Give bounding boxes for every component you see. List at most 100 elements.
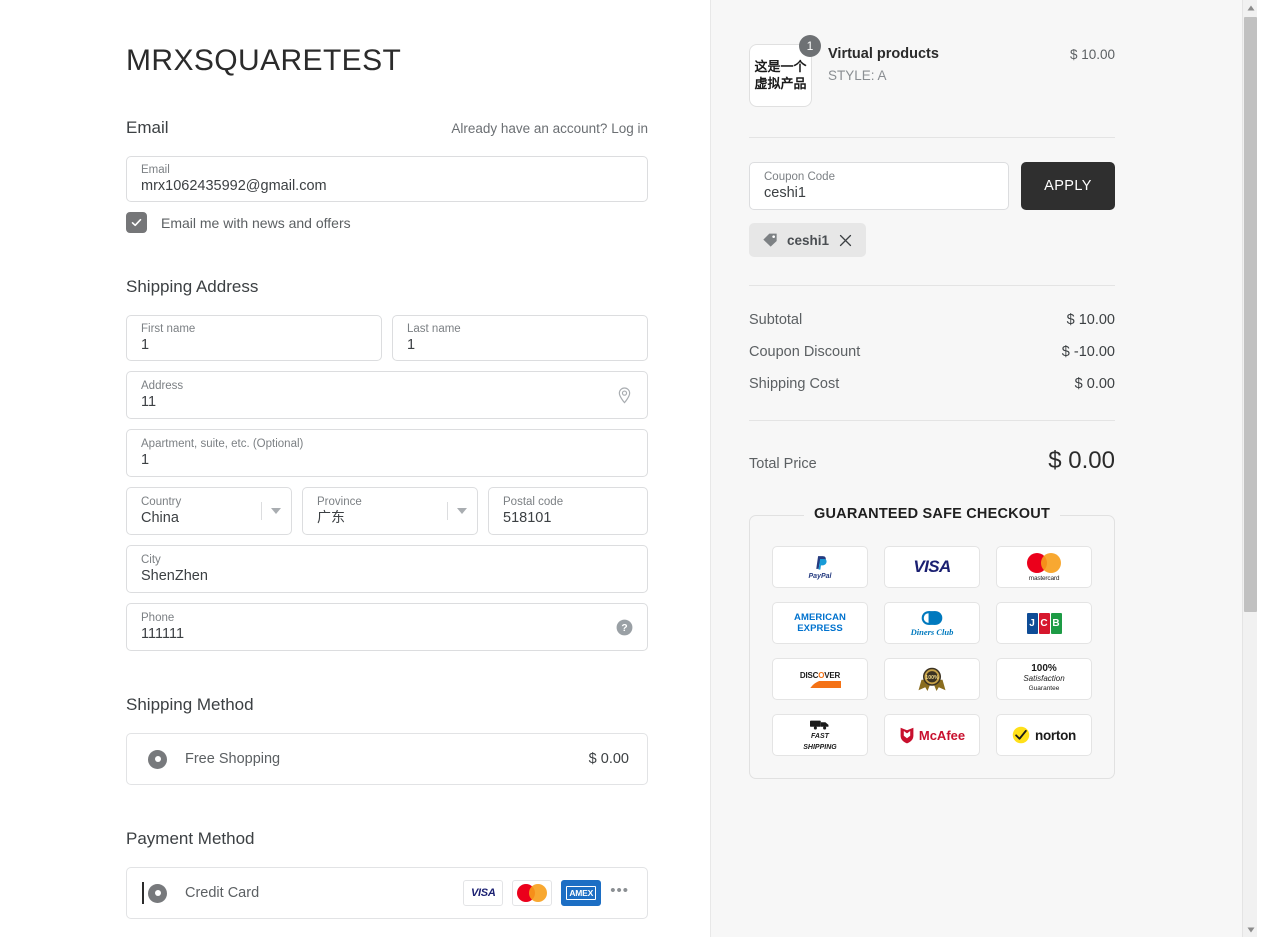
amex-icon: AMEX — [561, 880, 602, 906]
email-field[interactable]: Email mrx1062435992@gmail.com — [126, 156, 648, 202]
account-note-text: Already have an account? — [451, 121, 608, 136]
satisfaction-line1: 100% — [1031, 663, 1057, 674]
divider — [749, 137, 1115, 138]
page-scrollbar[interactable] — [1242, 0, 1257, 937]
discover-icon: DISCOVER — [772, 658, 868, 700]
payment-option-radio[interactable] — [142, 881, 167, 904]
visa-icon: VISA — [884, 546, 980, 588]
mastercard-icon: mastercard — [996, 546, 1092, 588]
applied-coupon-chip: ceshi1 — [749, 223, 867, 257]
last-name-value: 1 — [407, 336, 416, 353]
shipping-option-free-shopping[interactable]: Free Shopping $ 0.00 — [126, 733, 648, 785]
postal-code-label: Postal code — [503, 495, 564, 508]
paypal-icon: PayPal — [772, 546, 868, 588]
coupon-discount-label: Coupon Discount — [749, 344, 861, 360]
total-price-label: Total Price — [749, 456, 817, 472]
trust-title: GUARANTEED SAFE CHECKOUT — [804, 506, 1060, 522]
apply-coupon-button[interactable]: APPLY — [1021, 162, 1115, 210]
product-variant: STYLE: A — [828, 68, 887, 83]
help-icon[interactable]: ? — [613, 616, 635, 638]
check-icon — [131, 218, 142, 227]
jcb-b: B — [1050, 612, 1062, 634]
applied-coupon-label: ceshi1 — [787, 232, 830, 248]
last-name-field[interactable]: Last name 1 — [392, 315, 648, 361]
country-caret[interactable] — [261, 502, 281, 520]
shipping-option-price: $ 0.00 — [588, 751, 629, 767]
phone-field[interactable]: Phone 111111 ? — [126, 603, 648, 651]
shipping-address-heading: Shipping Address — [126, 277, 259, 296]
shipping-option-radio[interactable] — [148, 749, 167, 769]
product-thumbnail-wrap: 这是一个虚拟产品 1 — [749, 35, 821, 107]
city-field[interactable]: City ShenZhen — [126, 545, 648, 593]
fast-shipping-icon: FAST SHIPPING — [772, 714, 868, 756]
checkout-form-panel: MRXSQUARETEST Email Already have an acco… — [0, 0, 710, 937]
american-express-icon: AMERICAN EXPRESS — [772, 602, 868, 644]
apartment-field[interactable]: Apartment, suite, etc. (Optional) 1 — [126, 429, 648, 477]
newsletter-row[interactable]: Email me with news and offers — [126, 212, 648, 233]
coupon-input[interactable]: Coupon Code ceshi1 — [749, 162, 1009, 210]
summary-row-total: Total Price $ 0.00 — [749, 447, 1115, 475]
country-select[interactable]: Country China — [126, 487, 292, 535]
more-payment-methods-icon[interactable]: ••• — [610, 882, 629, 905]
diners-club-icon: Diners Club — [884, 602, 980, 644]
visa-label: VISA — [913, 557, 951, 576]
postal-code-field[interactable]: Postal code 518101 — [488, 487, 648, 535]
paypal-label: PayPal — [808, 573, 832, 580]
diners-club-label: Diners Club — [910, 626, 954, 637]
country-value: China — [141, 509, 179, 526]
coupon-discount-value: $ -10.00 — [1061, 344, 1115, 360]
remove-coupon-button[interactable] — [838, 233, 853, 248]
city-label: City — [141, 553, 161, 566]
checkout-page: MRXSQUARETEST Email Already have an acco… — [0, 0, 1273, 937]
visa-icon: VISA — [463, 880, 504, 906]
subtotal-label: Subtotal — [749, 312, 803, 328]
newsletter-checkbox[interactable] — [126, 212, 147, 233]
payment-option-label: Credit Card — [185, 885, 260, 901]
first-name-label: First name — [141, 322, 196, 335]
province-caret[interactable] — [447, 502, 467, 520]
scroll-down-arrow[interactable] — [1243, 922, 1257, 937]
chevron-down-icon — [271, 508, 281, 514]
postal-code-value: 518101 — [503, 509, 552, 526]
order-line-item: 这是一个虚拟产品 1 Virtual products STYLE: A $ 1… — [749, 35, 1115, 107]
payment-card-logos: VISA AMEX ••• — [463, 880, 629, 906]
satisfaction-line2: Satisfaction — [1023, 674, 1065, 683]
norton-label: norton — [1035, 727, 1076, 743]
address-field[interactable]: Address 11 — [126, 371, 648, 419]
last-name-label: Last name — [407, 322, 461, 335]
scrollbar-thumb[interactable] — [1244, 17, 1257, 612]
shipping-cost-label: Shipping Cost — [749, 376, 840, 392]
svg-text:?: ? — [621, 623, 627, 634]
tag-icon — [763, 233, 777, 247]
payment-option-credit-card[interactable]: Credit Card VISA AMEX ••• — [126, 867, 648, 919]
norton-icon: norton — [996, 714, 1092, 756]
login-link[interactable]: Log in — [611, 121, 648, 136]
total-price-value: $ 0.00 — [1048, 447, 1115, 474]
scroll-up-arrow[interactable] — [1243, 0, 1257, 15]
location-pin-icon[interactable] — [613, 384, 635, 406]
first-name-value: 1 — [141, 336, 150, 353]
apartment-label: Apartment, suite, etc. (Optional) — [141, 437, 304, 450]
mcafee-icon: McAfee — [884, 714, 980, 756]
text-cursor — [142, 881, 144, 904]
seal-label: 100% — [925, 675, 939, 681]
divider-2 — [749, 285, 1115, 286]
email-field-label: Email — [141, 163, 170, 176]
coupon-value: ceshi1 — [764, 184, 806, 201]
phone-value: 111111 — [141, 625, 185, 642]
summary-row-subtotal: Subtotal $ 10.00 — [749, 312, 1115, 328]
page-title: MRXSQUARETEST — [126, 44, 402, 77]
newsletter-label: Email me with news and offers — [161, 214, 351, 231]
account-note: Already have an account? Log in — [451, 121, 648, 136]
coupon-row: Coupon Code ceshi1 APPLY — [749, 162, 1115, 210]
first-name-field[interactable]: First name 1 — [126, 315, 382, 361]
province-select[interactable]: Province 广东 — [302, 487, 478, 535]
discover-label: DISC — [799, 670, 819, 680]
address-value: 11 — [141, 393, 157, 410]
payment-method-heading: Payment Method — [126, 829, 255, 848]
summary-row-shipping-cost: Shipping Cost $ 0.00 — [749, 376, 1115, 392]
subtotal-value: $ 10.00 — [1066, 312, 1115, 328]
shipping-cost-value: $ 0.00 — [1074, 376, 1115, 392]
mcafee-label: McAfee — [918, 727, 966, 743]
product-info: Virtual products STYLE: A — [828, 44, 1054, 83]
